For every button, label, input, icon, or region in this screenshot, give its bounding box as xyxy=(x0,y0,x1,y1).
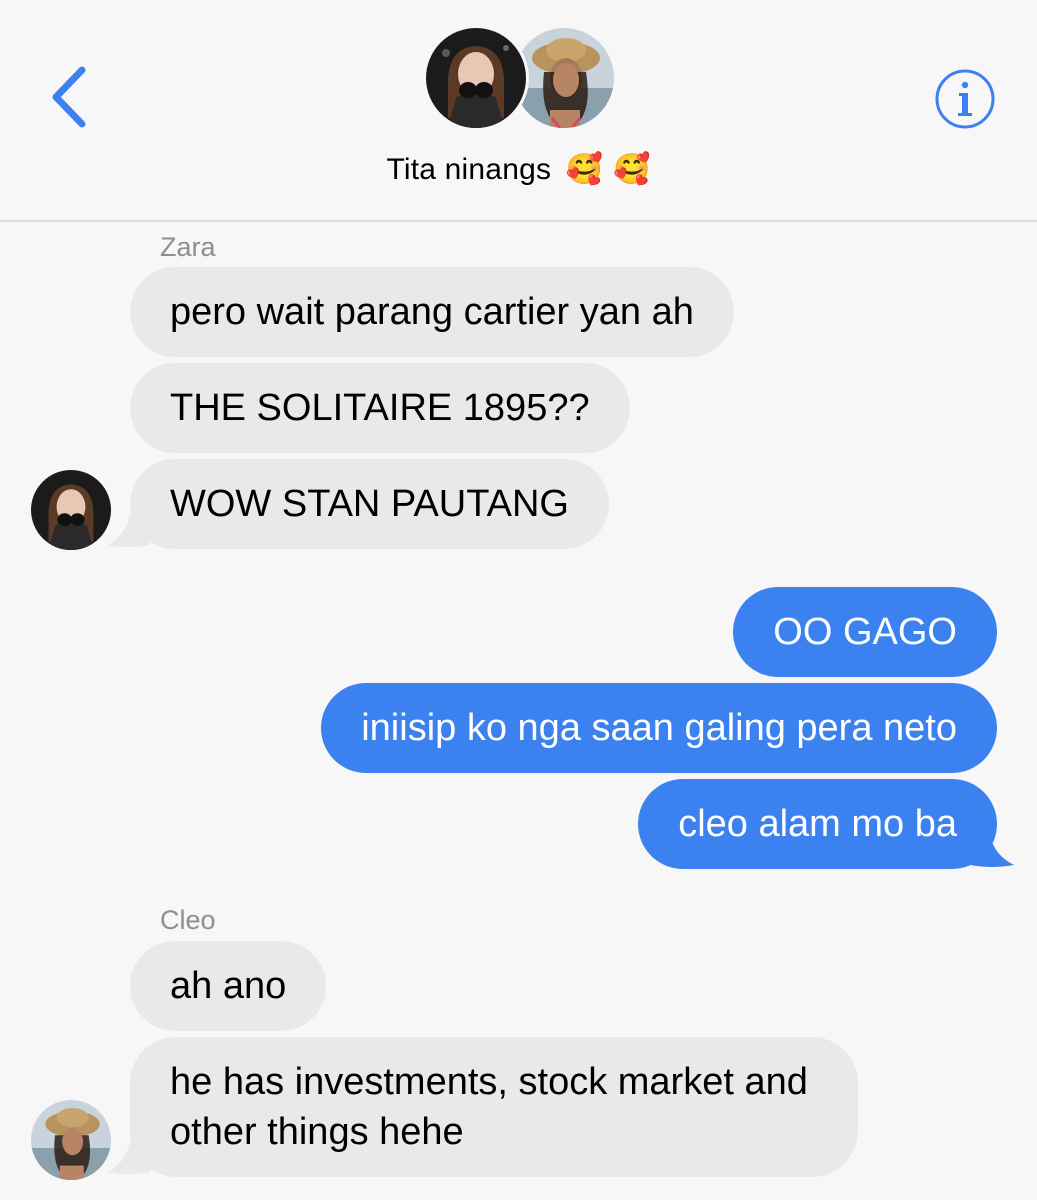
message-bubble[interactable]: WOW STAN PAUTANG xyxy=(130,459,609,549)
bubble-tail xyxy=(108,515,150,547)
chevron-left-icon xyxy=(52,66,86,128)
back-button[interactable] xyxy=(40,62,100,132)
message-bubble[interactable]: cleo alam mo ba xyxy=(638,779,997,869)
info-button[interactable] xyxy=(934,68,996,130)
cleo-message-avatar[interactable] xyxy=(31,1100,111,1180)
message-bubble[interactable]: pero wait parang cartier yan ah xyxy=(130,267,734,357)
conversation-header: Tita ninangs 🥰 🥰 xyxy=(0,0,1037,222)
message-bubble[interactable]: OO GAGO xyxy=(733,587,997,677)
message-bubble[interactable]: ah ano xyxy=(130,941,327,1031)
message-bubble[interactable]: THE SOLITAIRE 1895?? xyxy=(130,363,630,453)
info-icon xyxy=(935,69,995,129)
sender-name-cleo: Cleo xyxy=(160,905,216,935)
group-avatars[interactable] xyxy=(423,25,618,135)
sender-name-zara: Zara xyxy=(160,232,216,262)
message-bubble[interactable]: iniisip ko nga saan galing pera neto xyxy=(321,683,997,773)
bubble-tail xyxy=(108,1142,150,1174)
group-emoji: 🥰 🥰 xyxy=(565,152,651,187)
group-title[interactable]: Tita ninangs 🥰 🥰 xyxy=(0,152,1037,187)
zara-avatar xyxy=(423,25,529,131)
bubble-tail xyxy=(970,835,1014,867)
zara-message-avatar[interactable] xyxy=(31,470,111,550)
group-name-text: Tita ninangs xyxy=(386,153,552,186)
message-bubble[interactable]: he has investments, stock market and oth… xyxy=(130,1037,858,1177)
